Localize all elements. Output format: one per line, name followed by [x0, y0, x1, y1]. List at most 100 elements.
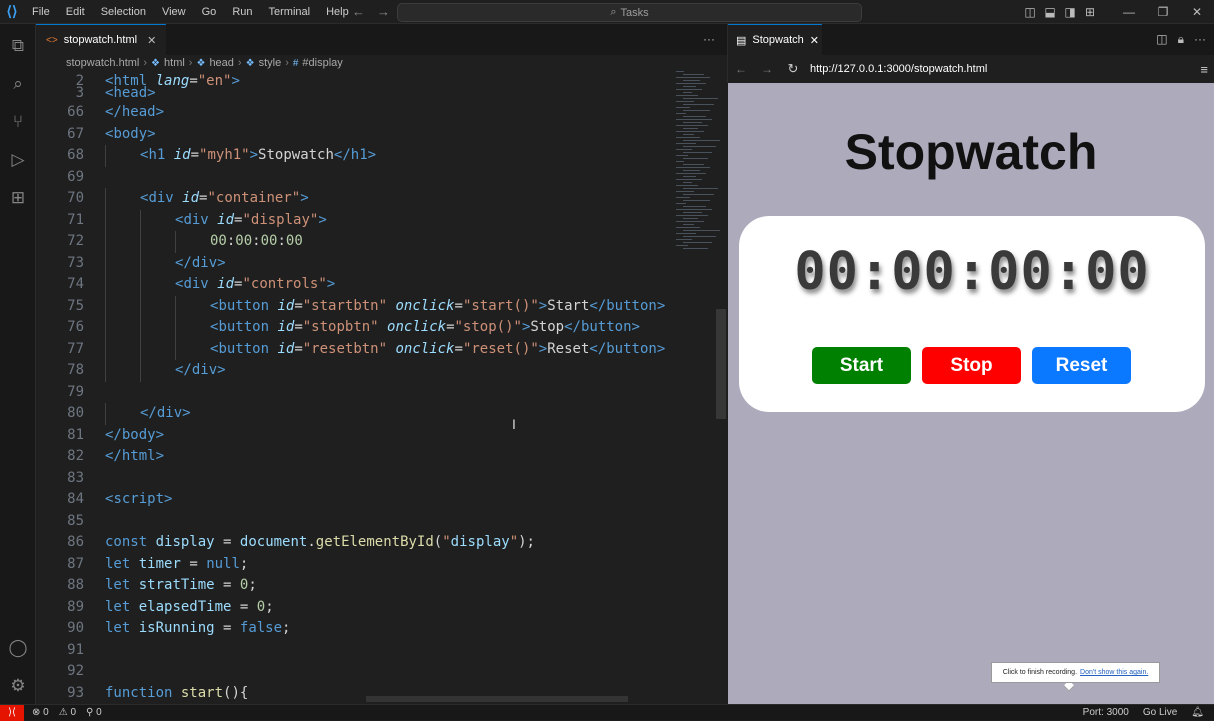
vertical-scrollbar[interactable] [716, 309, 726, 419]
problems-indicator[interactable]: ⊗ 0 ⚠ 0 ⚲ 0 [32, 707, 102, 718]
run-debug-icon[interactable]: ▷ [6, 148, 30, 172]
code-line[interactable]: 80 </div> [36, 403, 676, 425]
minimap[interactable] [672, 71, 722, 251]
menu-file[interactable]: File [24, 0, 58, 24]
remote-indicator-icon[interactable]: ⟩⟨ [0, 704, 24, 721]
minimize-icon[interactable]: — [1112, 5, 1146, 19]
indent-guide [175, 317, 176, 339]
minimap-line [683, 206, 706, 207]
code-line[interactable]: 82 </html> [36, 446, 676, 468]
menu-edit[interactable]: Edit [58, 0, 93, 24]
minimap-line [683, 140, 720, 141]
url-field[interactable]: http://127.0.0.1:3000/stopwatch.html [810, 63, 987, 75]
menu-run[interactable]: Run [224, 0, 260, 24]
code-line[interactable]: 83 [36, 468, 676, 490]
breadcrumb-html[interactable]: html [164, 57, 185, 69]
extensions-icon[interactable]: ⊞ [6, 186, 30, 210]
more-actions-icon[interactable]: ··· [1194, 32, 1206, 47]
code-line[interactable]: 86 const display = document.getElementByI… [36, 532, 676, 554]
toggle-sidebar-icon[interactable]: ◫ [1020, 5, 1040, 19]
code-text: </head> [105, 104, 165, 120]
code-line[interactable]: 89 let elapsedTime = 0; [36, 597, 676, 619]
tab-stopwatch-html[interactable]: <> stopwatch.html ✕ [36, 24, 167, 55]
code-line[interactable]: 85 [36, 511, 676, 533]
reload-icon[interactable]: ↻ [780, 61, 806, 77]
stop-button[interactable]: Stop [922, 347, 1021, 384]
element-icon: ❖ [245, 57, 255, 69]
code-line[interactable]: 67 <body> [36, 124, 676, 146]
explorer-icon[interactable]: ⧉ [6, 34, 30, 58]
browser-back-icon[interactable]: ← [728, 62, 754, 76]
chevron-right-icon: › [188, 57, 193, 69]
code-line[interactable]: 74 <div id="controls"> [36, 274, 676, 296]
menu-selection[interactable]: Selection [93, 0, 154, 24]
code-line[interactable]: 78 </div> [36, 360, 676, 382]
code-text: </div> [140, 405, 191, 421]
settings-gear-icon[interactable]: ⚙ [6, 674, 30, 698]
code-line[interactable]: 90 let isRunning = false; [36, 618, 676, 640]
port-indicator[interactable]: Port: 3000 [1083, 707, 1129, 718]
code-line[interactable]: 68 <h1 id="myh1">Stopwatch</h1> [36, 145, 676, 167]
account-icon[interactable]: ◯ [6, 636, 30, 660]
code-line[interactable]: 72 00:00:00:00 [36, 231, 676, 253]
code-line[interactable]: 92 [36, 661, 676, 683]
tab-preview-stopwatch[interactable]: ▤ Stopwatch ✕ [728, 24, 822, 55]
code-line[interactable]: 70 <div id="container"> [36, 188, 676, 210]
search-view-icon[interactable]: ⌕ [6, 72, 30, 96]
code-line[interactable]: 77 <button id="resetbtn" onclick="reset()… [36, 339, 676, 361]
close-tab-icon[interactable]: ✕ [147, 34, 156, 47]
code-line[interactable]: 79 [36, 382, 676, 404]
forward-arrow-icon[interactable]: → [377, 0, 390, 24]
chevron-right-icon: › [237, 57, 242, 69]
code-line[interactable]: 73 </div> [36, 253, 676, 275]
vscode-logo-icon: ⟨⟩ [6, 3, 18, 19]
close-tab-icon[interactable]: ✕ [810, 34, 819, 47]
more-actions-icon[interactable]: ··· [703, 32, 715, 46]
code-line[interactable]: 91 [36, 640, 676, 662]
breadcrumb-head[interactable]: head [209, 57, 233, 69]
indent-guide [105, 403, 106, 425]
start-button[interactable]: Start [812, 347, 911, 384]
toggle-secondary-sidebar-icon[interactable]: ◨ [1060, 5, 1080, 19]
lock-icon[interactable]: 🔒︎ [1178, 32, 1184, 47]
code-line[interactable]: 88 let stratTime = 0; [36, 575, 676, 597]
restore-icon[interactable]: ❐ [1146, 5, 1180, 19]
menu-help[interactable]: Help [318, 0, 357, 24]
code-line[interactable]: 76 <button id="stopbtn" onclick="stop()">… [36, 317, 676, 339]
code-editor[interactable]: I 2 <html lang="en"> 3 <head> 66 </head> 67 <bo… [36, 71, 727, 704]
code-line[interactable]: 69 [36, 167, 676, 189]
breadcrumb-display[interactable]: #display [302, 57, 342, 69]
menu-go[interactable]: Go [194, 0, 225, 24]
customize-layout-icon[interactable]: ⊞ [1080, 5, 1100, 19]
minimap-line [683, 218, 698, 219]
code-line[interactable]: 87 let timer = null; [36, 554, 676, 576]
code-text: <script> [105, 491, 173, 507]
reset-button[interactable]: Reset [1032, 347, 1131, 384]
minimap-line [676, 221, 704, 222]
code-line[interactable]: 81 </body> [36, 425, 676, 447]
source-control-icon[interactable]: ⑂ [6, 110, 30, 134]
browser-forward-icon[interactable]: → [754, 62, 780, 76]
code-line[interactable]: 71 <div id="display"> [36, 210, 676, 232]
menu-terminal[interactable]: Terminal [261, 0, 319, 24]
minimap-line [683, 152, 712, 153]
minimap-line [676, 203, 686, 204]
dont-show-again-link[interactable]: Don't show this again. [1080, 669, 1148, 676]
split-editor-icon[interactable]: ◫ [1156, 32, 1167, 47]
code-line[interactable]: 75 <button id="startbtn" onclick="start()… [36, 296, 676, 318]
minimap-line [683, 146, 716, 147]
toggle-panel-icon[interactable]: ⬓ [1040, 5, 1060, 19]
breadcrumb-file[interactable]: stopwatch.html [66, 57, 139, 69]
back-arrow-icon[interactable]: ← [352, 0, 365, 24]
close-window-icon[interactable]: ✕ [1180, 5, 1214, 19]
menu-view[interactable]: View [154, 0, 194, 24]
code-line[interactable]: 84 <script> [36, 489, 676, 511]
command-center-search[interactable]: ⌕ Tasks [397, 3, 862, 22]
menu-icon[interactable]: ≡ [1200, 62, 1208, 77]
code-line[interactable]: 66 </head> [36, 102, 676, 124]
breadcrumb-style[interactable]: style [259, 57, 282, 69]
code-line[interactable]: 93 function start(){ [36, 683, 676, 705]
line-number: 69 [67, 168, 84, 185]
notifications-bell-icon[interactable]: 🔔︎ [1191, 707, 1204, 718]
go-live-button[interactable]: Go Live [1143, 707, 1177, 718]
